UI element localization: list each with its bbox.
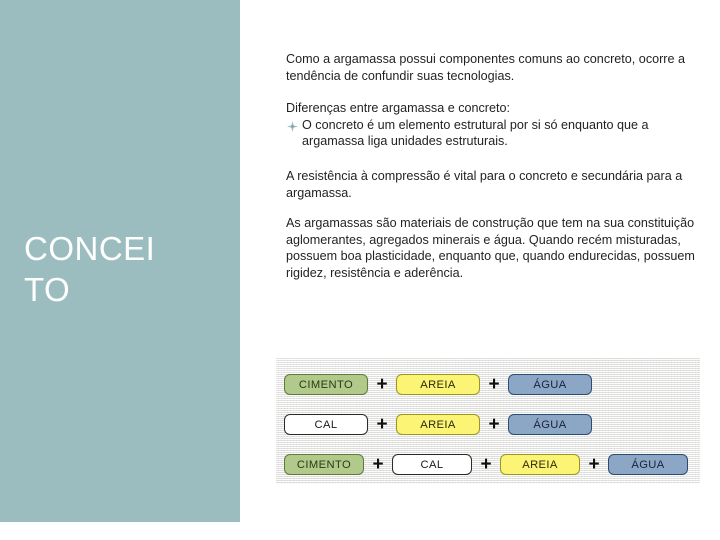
paragraph-differences: Diferenças entre argamassa e concreto: O… (286, 100, 688, 150)
side-panel: CONCEI TO (0, 0, 240, 522)
plus-icon: + (480, 453, 492, 475)
chip-cimento: CIMENTO (284, 373, 368, 395)
paragraph-resistance: A resistência à compressão é vital para … (286, 168, 688, 201)
plus-icon: + (372, 453, 384, 475)
differences-bullet-text: O concreto é um elemento estrutural por … (302, 117, 649, 149)
plus-icon: + (376, 413, 388, 435)
mixture-diagram: CIMENTO + AREIA + ÁGUA CAL + AREIA + ÁGU… (276, 358, 700, 484)
paragraph-resistance-text: A resistência à compressão é vital para … (286, 169, 683, 200)
chip-cimento: CIMENTO (284, 453, 364, 475)
paragraph-mortar-definition: As argamassas são materiais de construçã… (286, 215, 698, 281)
plus-icon: + (488, 413, 500, 435)
chip-cal: CAL (392, 453, 472, 475)
paragraph-intro-text: Como a argamassa possui componentes comu… (286, 52, 686, 83)
chip-areia: AREIA (500, 453, 580, 475)
differences-bullet-item: O concreto é um elemento estrutural por … (286, 117, 688, 150)
paragraph-intro: Como a argamassa possui componentes comu… (286, 51, 688, 84)
plus-icon: + (588, 453, 600, 475)
chip-areia: AREIA (396, 373, 480, 395)
mixture-row: CAL + AREIA + ÁGUA (284, 412, 592, 436)
plus-icon: + (488, 373, 500, 395)
chip-agua: ÁGUA (608, 453, 688, 475)
mixture-row: CIMENTO + CAL + AREIA + ÁGUA (284, 452, 688, 476)
mixture-row: CIMENTO + AREIA + ÁGUA (284, 372, 592, 396)
page-title: CONCEI TO (24, 230, 156, 308)
chip-agua: ÁGUA (508, 413, 592, 435)
star-bullet-icon (287, 120, 298, 132)
slide-canvas: CONCEI TO Como a argamassa possui compon… (0, 0, 720, 540)
chip-agua: ÁGUA (508, 373, 592, 395)
chip-cal: CAL (284, 413, 368, 435)
paragraph-mortar-definition-text: As argamassas são materiais de construçã… (286, 216, 695, 280)
plus-icon: + (376, 373, 388, 395)
differences-heading: Diferenças entre argamassa e concreto: (286, 101, 511, 115)
chip-areia: AREIA (396, 413, 480, 435)
